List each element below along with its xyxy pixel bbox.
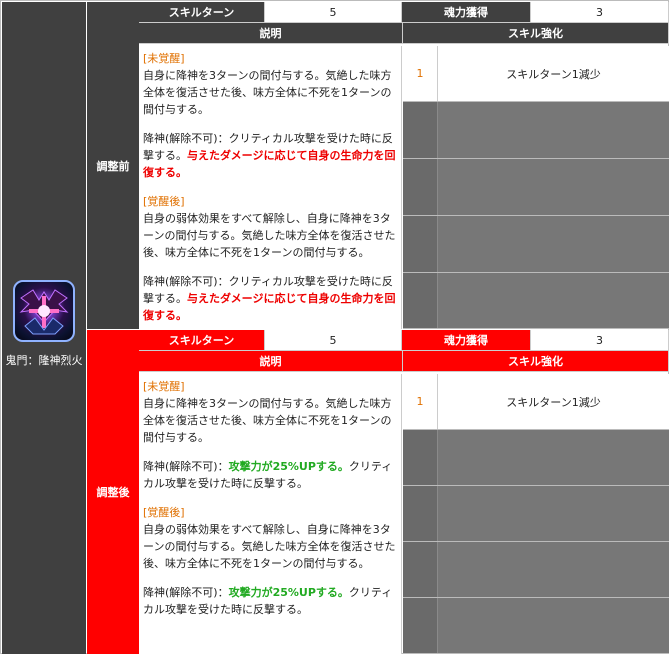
- character-name: 鬼門：隆神烈火: [5, 354, 83, 367]
- version-label-after: 調整後: [87, 330, 139, 654]
- soul-gain-label: 魂力獲得: [402, 2, 531, 23]
- section-before-adjustment: スキルターン 5 魂力獲得 3 説明 スキル強化 [未覚醒] 自身に降神を3ター…: [139, 2, 669, 329]
- unawakened-tag: [未覚醒]: [143, 380, 185, 393]
- awakened-tag: [覚醒後]: [143, 195, 185, 208]
- character-column: 鬼門：隆神烈火: [2, 2, 86, 654]
- skill-description: [未覚醒] 自身に降神を3ターンの間付与する。気絶した味方全体を復活させた後、味…: [139, 374, 402, 654]
- enhancement-row-empty: [403, 598, 669, 654]
- enhancement-row: 1 スキルターン1減少: [403, 46, 669, 102]
- description-emphasis: 攻撃力が25%UPする。: [228, 586, 349, 599]
- skill-turn-label: スキルターン: [139, 2, 265, 23]
- description-header: 説明: [139, 351, 403, 372]
- skill-turn-value: 5: [265, 330, 402, 351]
- column-header-row: 説明 スキル強化: [139, 23, 669, 44]
- enhancement-row-empty: [403, 542, 669, 598]
- soul-gain-label: 魂力獲得: [402, 330, 531, 351]
- enhancement-level: 1: [403, 46, 438, 101]
- awakened-tag: [覚醒後]: [143, 506, 185, 519]
- skill-turn-value: 5: [265, 2, 402, 23]
- enhancement-effect: スキルターン1減少: [506, 67, 601, 81]
- description-emphasis: 攻撃力が25%UPする。: [228, 460, 349, 473]
- enhancement-row-empty: [403, 430, 669, 486]
- section-after-adjustment: スキルターン 5 魂力獲得 3 説明 スキル強化 [未覚醒] 自身に降神を3ター…: [139, 330, 669, 654]
- stats-row: スキルターン 5 魂力獲得 3: [139, 330, 669, 351]
- description-text: 自身に降神を3ターンの間付与する。気絶した味方全体を復活させた後、味方全体に不死…: [143, 397, 392, 444]
- enhancement-row-empty: [403, 159, 669, 216]
- skill-turn-label: スキルターン: [139, 330, 265, 351]
- description-text: 自身の弱体効果をすべて解除し、自身に降神を3ターンの間付与する。気絶した味方全体…: [143, 523, 396, 570]
- description-text: 降神(解除不可)：: [143, 460, 229, 473]
- enhancement-row-empty: [403, 486, 669, 542]
- enhancement-header: スキル強化: [403, 351, 669, 372]
- version-label-before: 調整前: [87, 2, 139, 329]
- stats-row: スキルターン 5 魂力獲得 3: [139, 2, 669, 23]
- description-text: 降神(解除不可)：: [143, 586, 229, 599]
- description-header: 説明: [139, 23, 403, 44]
- enhancement-level: 1: [403, 374, 438, 429]
- enhancement-list: 1 スキルターン1減少: [403, 374, 669, 654]
- skill-comparison-table: 鬼門：隆神烈火 調整前 調整後 スキルターン 5 魂力獲得 3 説明 スキル強化…: [0, 0, 669, 654]
- column-header-row: 説明 スキル強化: [139, 351, 669, 372]
- enhancement-header: スキル強化: [403, 23, 669, 44]
- description-text: 自身に降神を3ターンの間付与する。気絶した味方全体を復活させた後、味方全体に不死…: [143, 69, 392, 116]
- character-skill-icon: [13, 280, 75, 342]
- skill-description: [未覚醒] 自身に降神を3ターンの間付与する。気絶した味方全体を復活させた後、味…: [139, 46, 402, 329]
- enhancement-row: 1 スキルターン1減少: [403, 374, 669, 430]
- enhancement-effect: スキルターン1減少: [506, 395, 601, 409]
- soul-gain-value: 3: [531, 2, 669, 23]
- soul-gain-value: 3: [531, 330, 669, 351]
- unawakened-tag: [未覚醒]: [143, 52, 185, 65]
- enhancement-list: 1 スキルターン1減少: [403, 46, 669, 329]
- enhancement-row-empty: [403, 102, 669, 159]
- description-text: 自身の弱体効果をすべて解除し、自身に降神を3ターンの間付与する。気絶した味方全体…: [143, 212, 396, 259]
- enhancement-row-empty: [403, 273, 669, 329]
- enhancement-row-empty: [403, 216, 669, 273]
